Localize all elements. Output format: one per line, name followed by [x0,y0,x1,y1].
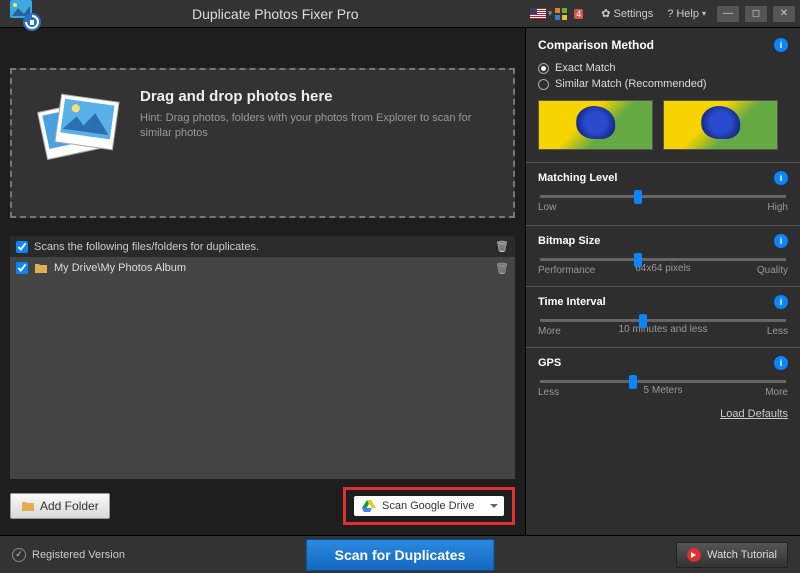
radio-similar-match[interactable]: Similar Match (Recommended) [538,78,788,90]
maximize-button[interactable]: ◻ [744,5,768,23]
list-item-path: My Drive\My Photos Album [54,262,186,274]
flag-icon[interactable] [530,8,546,19]
right-panel: Comparison Method i Exact Match Similar … [525,28,800,535]
preview-thumb-right [663,100,778,150]
scan-list: My Drive\My Photos Album 🗑 [10,257,515,479]
drop-hint: Hint: Drag photos, folders with your pho… [140,111,493,142]
close-button[interactable]: ✕ [772,5,796,23]
radio-exact-match[interactable]: Exact Match [538,62,788,74]
settings-link[interactable]: ✿ Settings [601,7,653,20]
registered-status: ✓ Registered Version [12,548,125,562]
drop-zone[interactable]: Drag and drop photos here Hint: Drag pho… [10,68,515,218]
bitmap-size-slider[interactable] [540,258,786,261]
check-icon: ✓ [12,548,26,562]
notification-icon[interactable] [554,7,568,21]
bitmap-size-title: Bitmap Size [538,235,600,247]
info-icon[interactable]: i [774,356,788,370]
notification-badge: 4 [574,9,583,19]
matching-level-slider[interactable] [540,195,786,198]
add-folder-button[interactable]: Add Folder [10,493,110,519]
info-icon[interactable]: i [774,295,788,309]
left-panel: Drag and drop photos here Hint: Drag pho… [0,28,525,535]
gps-title: GPS [538,357,561,369]
add-folder-icon [21,499,35,513]
google-drive-icon [362,500,376,512]
radio-icon [538,63,549,74]
photos-stack-icon [32,88,122,178]
footer: ✓ Registered Version Scan for Duplicates… [0,535,800,573]
help-link[interactable]: ?Help▾ [667,8,706,20]
trash-all-icon[interactable]: 🗑 [495,240,509,253]
watch-tutorial-button[interactable]: Watch Tutorial [676,542,788,568]
scan-duplicates-button[interactable]: Scan for Duplicates [306,539,495,571]
app-title: Duplicate Photos Fixer Pro [192,6,359,22]
scan-list-header: Scans the following files/folders for du… [10,236,515,257]
time-interval-title: Time Interval [538,296,606,308]
titlebar: Duplicate Photos Fixer Pro ▾ 4 ✿ Setting… [0,0,800,28]
info-icon[interactable]: i [774,234,788,248]
scan-google-drive-dropdown[interactable]: Scan Google Drive [354,496,504,516]
trash-item-icon[interactable]: 🗑 [495,262,509,275]
info-icon[interactable]: i [774,171,788,185]
matching-level-title: Matching Level [538,172,617,184]
minimize-button[interactable]: — [716,5,740,23]
preview-thumb-left [538,100,653,150]
comparison-method-title: Comparison Method [538,38,654,52]
list-item-checkbox[interactable] [16,262,28,274]
info-icon[interactable]: i [774,38,788,52]
list-item[interactable]: My Drive\My Photos Album 🗑 [10,257,515,279]
load-defaults-link[interactable]: Load Defaults [538,408,788,420]
app-icon [8,0,44,34]
gps-slider[interactable] [540,380,786,383]
list-checkbox-all[interactable] [16,241,28,253]
scan-google-highlight: Scan Google Drive [343,487,515,525]
radio-icon [538,79,549,90]
time-interval-slider[interactable] [540,319,786,322]
gear-icon: ✿ [601,7,610,20]
folder-icon [34,261,48,275]
play-icon [687,548,701,562]
drop-title: Drag and drop photos here [140,88,493,105]
